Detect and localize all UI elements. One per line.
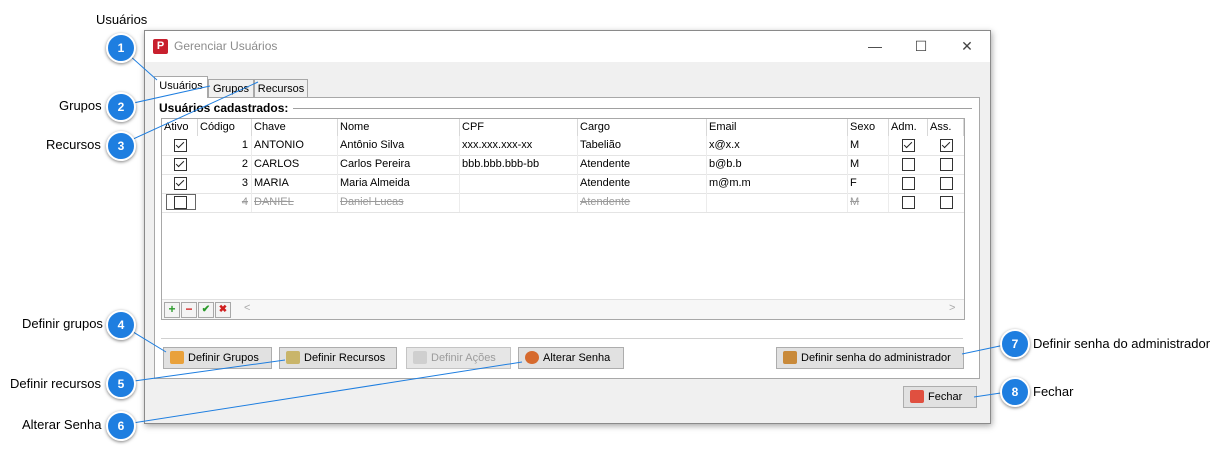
callout-7-label: Definir senha do administrador xyxy=(1033,336,1211,351)
callout-4: 4 xyxy=(106,310,136,340)
callout-7: 7 xyxy=(1000,329,1030,359)
callout-4-label: Definir grupos xyxy=(22,316,103,331)
callout-3-label: Recursos xyxy=(46,137,101,152)
callout-5-label: Definir recursos xyxy=(10,376,102,391)
callout-6-label: Alterar Senha xyxy=(22,417,102,432)
callout-lines xyxy=(119,46,1015,426)
callout-6: 6 xyxy=(106,411,136,441)
callout-1: 1 xyxy=(106,33,136,63)
callout-2-label: Grupos xyxy=(59,98,102,113)
callout-8-label: Fechar xyxy=(1033,384,1074,399)
callout-3: 3 xyxy=(106,131,136,161)
callout-8: 8 xyxy=(1000,377,1030,407)
callout-5: 5 xyxy=(106,369,136,399)
callout-2: 2 xyxy=(106,92,136,122)
